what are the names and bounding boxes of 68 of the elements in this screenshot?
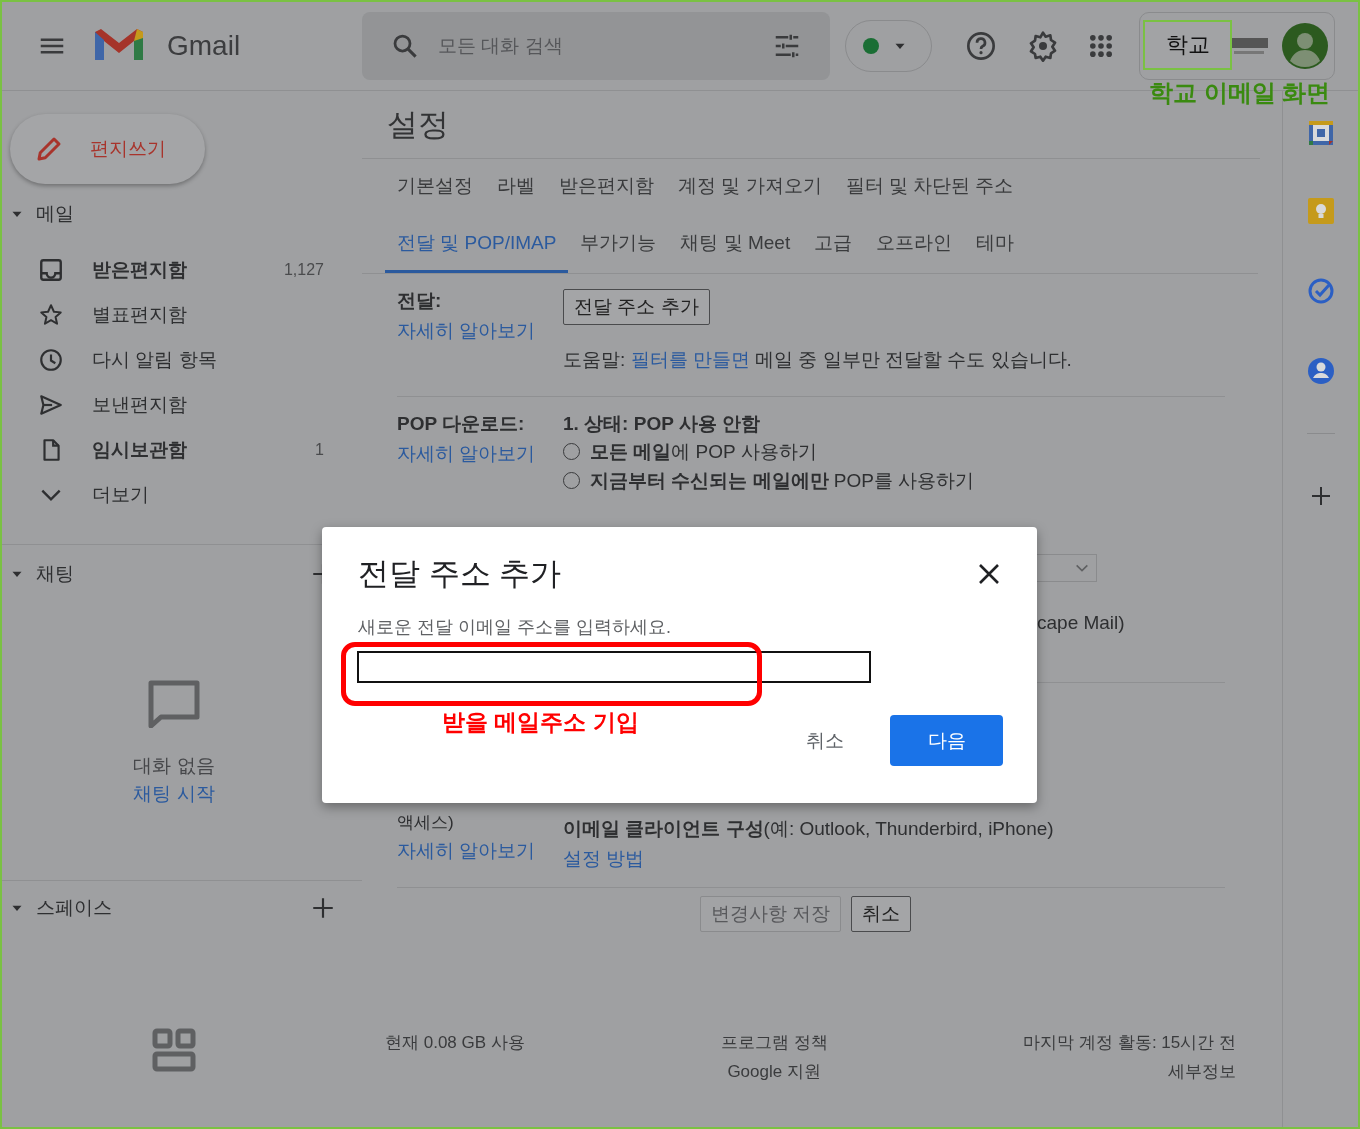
add-forwarding-button[interactable]: 전달 주소 추가 [563, 289, 710, 325]
annotation-caption: 받을 메일주소 기입 [442, 708, 639, 737]
settings-tab[interactable]: 채팅 및 Meet [668, 216, 803, 273]
dialog-title: 전달 주소 추가 [358, 555, 562, 593]
star-icon [38, 301, 64, 328]
cancel-button[interactable]: 취소 [851, 896, 912, 932]
inbox-icon [38, 256, 64, 283]
pop-status: 1. 상태: POP 사용 안함 [563, 412, 762, 436]
option-label: 모든 메일에 POP 사용하기 [590, 440, 817, 464]
folder-item[interactable]: 받은편지함 1,127 [2, 247, 362, 292]
search-bar[interactable]: 모든 대화 검색 [362, 12, 830, 80]
folder-item[interactable]: 별표편지함 [2, 292, 362, 337]
apps-icon[interactable] [1087, 32, 1115, 60]
folder-item[interactable]: 다시 알림 항목 [2, 337, 362, 382]
client-text: cape Mail) [1037, 612, 1126, 634]
details-link[interactable]: 세부정보 [1168, 1057, 1236, 1086]
calendar-icon[interactable] [1306, 119, 1335, 147]
email-input[interactable] [357, 651, 871, 683]
option-label: 지금부터 수신되는 메일에만 POP를 사용하기 [590, 469, 975, 493]
search-input[interactable]: 모든 대화 검색 [436, 34, 772, 58]
help-icon[interactable] [965, 30, 997, 62]
settings-tab[interactable]: 기본설정 [385, 159, 485, 216]
cancel-button[interactable]: 취소 [790, 719, 860, 762]
settings-tab[interactable]: 라벨 [485, 159, 547, 216]
learn-more-link[interactable]: 자세히 알아보기 [397, 318, 563, 344]
filter-link[interactable]: 필터를 만들면 [630, 349, 750, 370]
learn-more-link[interactable]: 자세히 알아보기 [397, 441, 563, 467]
section-label[interactable]: 메일 [36, 201, 362, 227]
folder-item[interactable]: 보낸편지함 [2, 382, 362, 427]
prompt-text: 새로운 전달 이메일 주소를 입력하세요. [358, 617, 672, 637]
compose-button[interactable]: 편지쓰기 [10, 114, 205, 184]
section-label: POP 다운로드: [397, 412, 526, 436]
empty-chat-text: 대화 없음 [133, 754, 215, 778]
folder-item[interactable]: 더보기 [2, 472, 362, 517]
start-chat-link[interactable]: 채팅 시작 [133, 780, 215, 808]
app-name: Gmail [167, 30, 241, 62]
check-circle-icon[interactable] [1306, 277, 1335, 305]
folder-item[interactable]: 임시보관함 1 [2, 427, 362, 472]
section-label: 액세스) [397, 812, 455, 834]
annotation-label: 학교 [1143, 20, 1232, 70]
next-button[interactable]: 다음 [890, 715, 1003, 766]
learn-more-link[interactable]: 자세히 알아보기 [397, 838, 563, 864]
setup-link[interactable]: 설정 방법 [563, 846, 1225, 872]
google-support-link[interactable]: Google 지원 [727, 1057, 821, 1086]
settings-tab[interactable]: 고급 [802, 216, 865, 273]
avatar-icon[interactable] [1282, 23, 1328, 69]
person-icon[interactable] [1306, 357, 1335, 385]
settings-tab[interactable]: 받은편지함 [547, 159, 666, 216]
settings-tab[interactable]: 계정 및 가져오기 [666, 159, 834, 216]
storage-usage-text: 현재 0.08 GB 사용 [385, 1032, 525, 1054]
settings-tab[interactable]: 부가기능 [568, 216, 669, 273]
spaces-icon [152, 1028, 196, 1072]
chat-bubble-icon [148, 680, 200, 728]
settings-tab[interactable]: 오프라인 [864, 216, 965, 273]
annotation-caption: 학교 이메일 화면 [1149, 78, 1331, 108]
section-label[interactable]: 채팅 [36, 561, 300, 587]
client-config-text: 이메일 클라이언트 구성(예: Outlook, Thunderbird, iPhone) [563, 817, 1055, 841]
last-activity-text: 마지막 계정 활동: 15시간 전 [1023, 1032, 1236, 1054]
section-label: 전달: [397, 289, 443, 313]
section-label[interactable]: 스페이스 [36, 895, 300, 921]
settings-tab[interactable]: 전달 및 POP/IMAP [385, 216, 569, 273]
program-policy-link[interactable]: 프로그램 정책 [720, 1028, 828, 1057]
help-text: 도움말: 필터를 만들면 메일 중 일부만 전달할 수도 있습니다. [563, 348, 1073, 372]
clock-icon [38, 346, 64, 373]
settings-icon[interactable] [1027, 30, 1059, 62]
settings-tab[interactable]: 테마 [964, 216, 1027, 273]
plus-icon[interactable] [310, 895, 336, 921]
settings-tab[interactable]: 필터 및 차단된 주소 [833, 159, 1026, 216]
